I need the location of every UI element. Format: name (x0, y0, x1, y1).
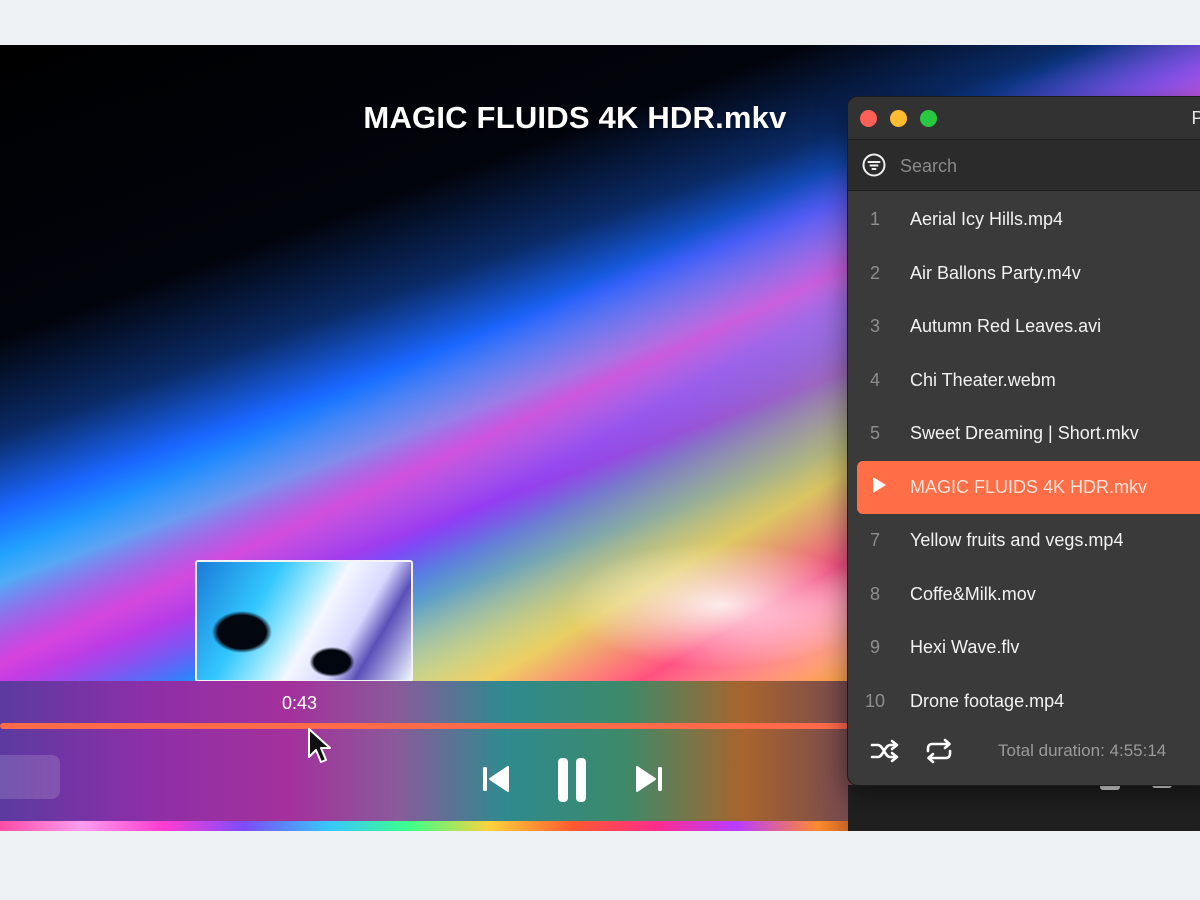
skip-next-icon (636, 766, 662, 792)
toolbar-icon[interactable] (1152, 785, 1172, 788)
minimize-window-button[interactable] (890, 110, 907, 127)
item-name: MAGIC FLUIDS 4K HDR.mkv (910, 476, 1148, 497)
playlist-item[interactable]: 7 Yellow fruits and vegs.mp4 (848, 514, 1200, 568)
item-name: Aerial Icy Hills.mp4 (910, 209, 1064, 230)
toolbar-icon[interactable] (1100, 785, 1120, 790)
item-name: Yellow fruits and vegs.mp4 (910, 530, 1124, 551)
seek-preview-thumbnail (195, 560, 413, 682)
item-number: 2 (870, 262, 881, 283)
item-number: 5 (870, 423, 881, 444)
playlist-items: 1 Aerial Icy Hills.mp4 2 Air Ballons Par… (848, 193, 1200, 728)
playlist-title: Playlist (1191, 108, 1200, 128)
item-name: Chi Theater.webm (910, 369, 1056, 390)
playlist-item[interactable]: 2 Air Ballons Party.m4v (848, 247, 1200, 301)
playlist-item[interactable]: 1 Aerial Icy Hills.mp4 (848, 193, 1200, 247)
playlist-item[interactable]: 5 Sweet Dreaming | Short.mkv (848, 407, 1200, 461)
playlist-item[interactable]: 4 Chi Theater.webm (848, 354, 1200, 408)
item-name: Drone footage.mp4 (910, 690, 1065, 711)
playlist-item[interactable]: 3 Autumn Red Leaves.avi (848, 300, 1200, 354)
playlist-item-now-playing[interactable]: MAGIC FLUIDS 4K HDR.mkv (857, 460, 1200, 514)
item-name: Air Ballons Party.m4v (910, 262, 1081, 283)
item-number: 10 (865, 690, 886, 711)
shuffle-icon[interactable] (870, 737, 900, 765)
pause-icon (558, 758, 586, 802)
item-number: 1 (870, 209, 881, 230)
item-number: 7 (870, 530, 881, 551)
progress-bar[interactable] (0, 723, 848, 729)
item-number: 3 (870, 316, 881, 337)
item-name: Autumn Red Leaves.avi (910, 316, 1102, 337)
total-duration: Total duration: 4:55:14 (998, 741, 1167, 760)
hover-time-label: 0:43 (282, 693, 318, 713)
previous-button[interactable] (478, 761, 514, 797)
skip-previous-icon (483, 766, 509, 792)
playlist-item[interactable]: 10 Drone footage.mp4 (848, 675, 1200, 729)
playlist-search-bar (848, 140, 1200, 191)
now-playing-indicator (857, 476, 910, 499)
pause-button[interactable] (552, 755, 592, 805)
item-number: 9 (870, 637, 881, 658)
repeat-icon[interactable] (924, 737, 954, 765)
item-name: Sweet Dreaming | Short.mkv (910, 423, 1139, 444)
play-icon (873, 476, 886, 493)
filter-icon[interactable] (862, 153, 886, 177)
playlist-footer: Total duration: 4:55:14 (848, 727, 1200, 785)
playlist-item[interactable]: 8 Coffe&Milk.mov (848, 568, 1200, 622)
mouse-cursor-icon (308, 728, 331, 763)
item-name: Coffe&Milk.mov (910, 583, 1036, 604)
maximize-window-button[interactable] (920, 110, 937, 127)
playlist-item[interactable]: 9 Hexi Wave.flv (848, 621, 1200, 675)
item-number: 4 (870, 369, 881, 390)
close-window-button[interactable] (860, 110, 877, 127)
next-button[interactable] (631, 761, 667, 797)
volume-control[interactable] (0, 755, 60, 799)
playlist-window: Playlist 1 Aerial Icy Hills.mp4 2 Air Ba… (848, 97, 1200, 785)
playlist-search-input[interactable] (898, 150, 1192, 182)
player-toolbar-behind-playlist (848, 785, 1200, 831)
item-number: 8 (870, 583, 881, 604)
item-name: Hexi Wave.flv (910, 637, 1020, 658)
playlist-titlebar[interactable]: Playlist (848, 97, 1200, 140)
